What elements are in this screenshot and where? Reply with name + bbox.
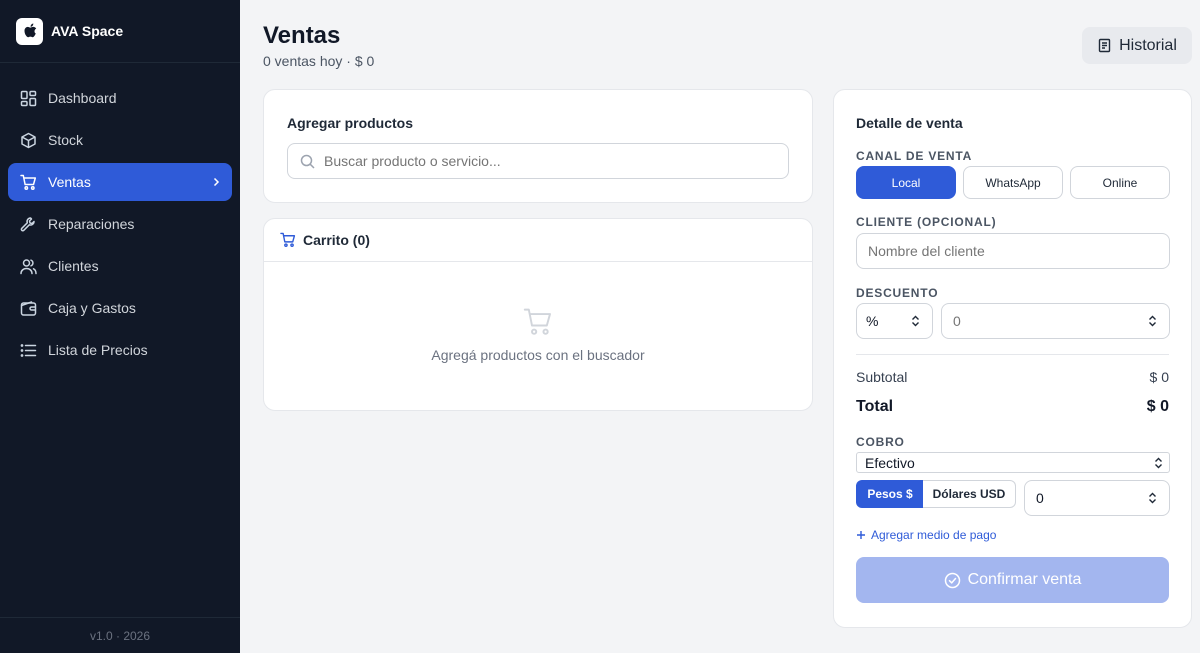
products-title: Agregar productos [287,115,414,131]
channel-whatsapp-button[interactable]: WhatsApp [963,166,1063,199]
subtotal-label: Subtotal [856,369,908,385]
discount-amount-input[interactable] [953,313,1169,329]
brand: AVA Space [0,0,240,63]
sidebar-nav: Dashboard Stock Ventas Reparaciones Clie… [0,63,240,369]
page-subtitle: 0 ventas hoy · $ 0 [263,53,375,69]
discount-type-select[interactable]: % [856,303,933,339]
empty-cart-text: Agregá productos con el buscador [431,347,645,363]
sidebar: AVA Space Dashboard Stock Ventas Reparac… [0,0,240,653]
payment-amount-field[interactable]: 0 [1024,480,1170,516]
sidebar-item-stock[interactable]: Stock [8,121,232,159]
product-search[interactable] [287,143,789,179]
currency-pesos-button[interactable]: Pesos $ [856,480,924,508]
select-arrows-icon [911,315,920,327]
sidebar-item-ventas[interactable]: Ventas [8,163,232,201]
sidebar-item-dashboard[interactable]: Dashboard [8,79,232,117]
stepper-arrows-icon[interactable] [1148,315,1157,327]
channel-label: CANAL DE VENTA [856,149,973,163]
sidebar-item-label: Stock [48,132,84,148]
dashboard-icon [20,90,37,107]
confirm-sale-label: Confirmar venta [967,571,1082,588]
client-name-input[interactable] [868,243,1169,259]
select-arrows-icon [1154,457,1163,469]
receipt-icon [1097,38,1112,53]
cart-header: Carrito (0) [264,219,812,262]
check-circle-icon [944,572,961,589]
sidebar-item-label: Ventas [48,174,91,190]
channel-local-button[interactable]: Local [856,166,956,199]
total-label: Total [856,398,894,415]
sidebar-item-label: Clientes [48,258,99,274]
search-icon [300,154,315,169]
users-icon [20,258,37,275]
apple-logo-icon [16,17,43,45]
cart-title: Carrito (0) [303,232,370,248]
version-label: v1.0 · 2026 [0,617,240,653]
app-name: AVA Space [51,23,124,39]
cart-card: Carrito (0) Agregá productos con el busc… [263,218,813,411]
box-icon [20,132,37,149]
payment-label: COBRO [856,435,905,449]
payment-method-select[interactable]: Efectivo [856,452,1170,473]
client-label: CLIENTE (OPCIONAL) [856,215,997,229]
cart-empty-state: Agregá productos con el buscador [264,307,812,363]
add-payment-label: Agregar medio de pago [871,528,997,542]
stepper-arrows-icon[interactable] [1148,492,1157,504]
payment-amount-value: 0 [1036,490,1044,506]
subtotal-row: Subtotal $ 0 [856,369,1169,385]
channel-online-button[interactable]: Online [1070,166,1170,199]
confirm-sale-button[interactable]: Confirmar venta [856,557,1169,603]
wrench-icon [20,216,37,233]
add-payment-link[interactable]: Agregar medio de pago [856,528,996,542]
search-input[interactable] [324,153,764,169]
sidebar-item-caja-gastos[interactable]: Caja y Gastos [8,289,232,327]
sidebar-item-clientes[interactable]: Clientes [8,247,232,285]
discount-label: DESCUENTO [856,286,939,300]
detail-title: Detalle de venta [856,115,963,131]
chevron-right-icon [212,177,220,187]
historial-button[interactable]: Historial [1082,27,1192,64]
empty-cart-icon [523,307,553,337]
sidebar-item-reparaciones[interactable]: Reparaciones [8,205,232,243]
sidebar-item-label: Caja y Gastos [48,300,136,316]
cart-icon [20,174,37,191]
sidebar-item-lista-precios[interactable]: Lista de Precios [8,331,232,369]
page-title: Ventas [263,22,341,49]
sale-detail-card: Detalle de venta CANAL DE VENTA Local Wh… [833,89,1192,628]
list-icon [20,342,37,359]
wallet-icon [20,300,37,317]
total-value: $ 0 [1146,398,1169,415]
currency-usd-button[interactable]: Dólares USD [923,480,1016,508]
historial-label: Historial [1119,36,1177,54]
cart-icon [280,232,296,248]
payment-method-value: Efectivo [865,454,915,471]
sidebar-item-label: Reparaciones [48,216,135,232]
discount-type-value: % [866,313,879,329]
client-field[interactable] [856,233,1170,269]
total-row: Total $ 0 [856,398,1169,416]
sidebar-item-label: Dashboard [48,90,117,106]
sidebar-item-label: Lista de Precios [48,342,148,358]
subtotal-value: $ 0 [1149,369,1169,385]
discount-amount-field[interactable] [941,303,1170,339]
divider [856,354,1169,355]
plus-icon [856,530,866,540]
products-card: Agregar productos [263,89,813,203]
